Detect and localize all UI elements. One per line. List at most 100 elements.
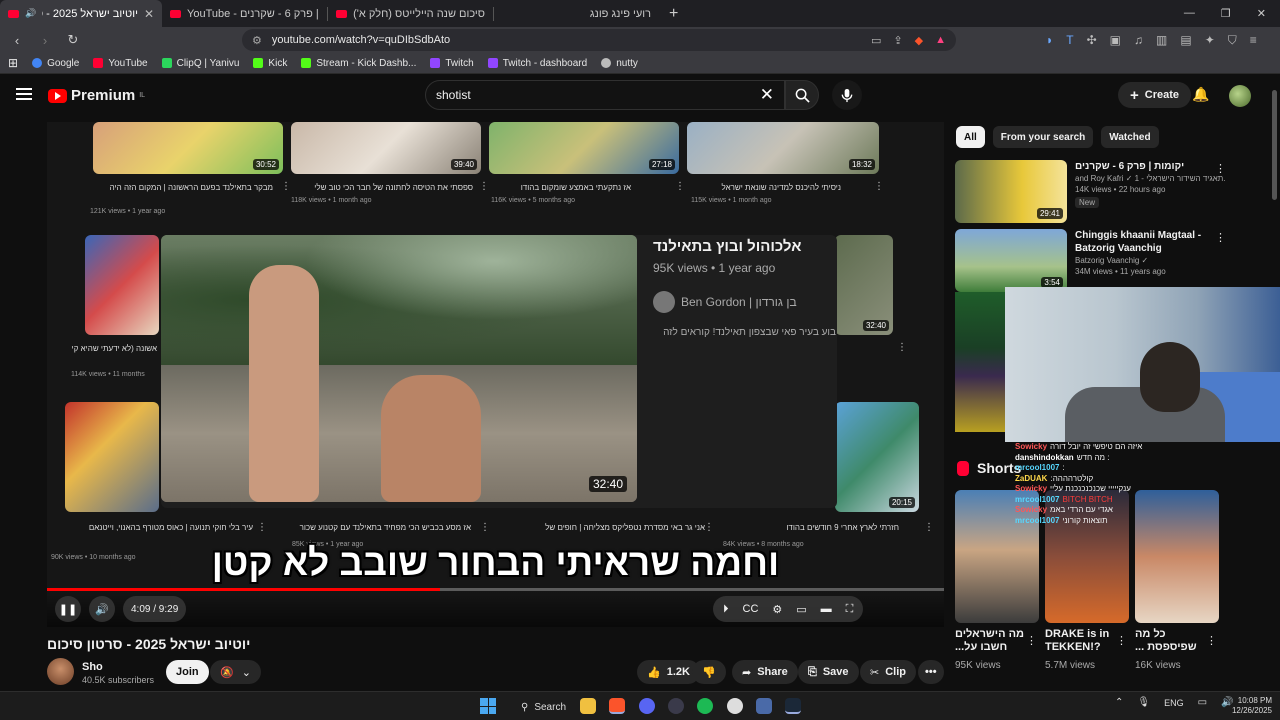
bookmark-kick[interactable]: Kick	[253, 58, 287, 69]
short-title[interactable]: מה הישראלים חשבו על...	[955, 628, 1035, 654]
bookmark-nutty[interactable]: nutty	[601, 58, 638, 69]
endscreen-video-title[interactable]: מבקר בתאילנד בפעם הראשונה | המקום הזה הי…	[90, 183, 273, 192]
wallet-icon[interactable]: ▤	[1180, 33, 1191, 48]
miniplayer-icon[interactable]: ▭	[796, 603, 806, 616]
subtitles-icon[interactable]: CC	[743, 603, 759, 615]
clip-button[interactable]: ✂ Clip	[860, 660, 916, 684]
related-video-channel[interactable]: Batzorig Vaanchig ✓	[1075, 255, 1210, 266]
more-options-icon[interactable]: ⋮	[480, 522, 490, 533]
extension-icon[interactable]: ◗	[1046, 33, 1053, 48]
puzzle-icon[interactable]: ✣	[1087, 33, 1097, 48]
chrome-icon[interactable]	[727, 698, 743, 714]
theater-mode-icon[interactable]: ▬	[821, 603, 832, 615]
file-explorer-icon[interactable]	[580, 698, 596, 714]
more-options-icon[interactable]: ⋮	[924, 522, 934, 533]
app-icon[interactable]	[668, 698, 684, 714]
more-options-icon[interactable]: ⋮	[281, 181, 291, 192]
autoplay-toggle-icon[interactable]: ⏵	[723, 603, 729, 616]
share-button[interactable]: ➦ Share	[732, 660, 798, 684]
taskbar-clock[interactable]: 10:08 PM 12/26/2025	[1228, 696, 1272, 716]
more-actions-button[interactable]: •••	[918, 660, 944, 684]
sidebar-icon[interactable]: ▥	[1156, 33, 1167, 48]
pause-button[interactable]: ❚❚	[55, 596, 81, 622]
hover-preview-title[interactable]: אלכוהול ובוץ בתאילנד	[653, 238, 801, 255]
network-icon[interactable]: ▭	[1198, 697, 1207, 708]
related-video[interactable]: 3:54 Chinggis khaanii Magtaal - Batzorig…	[955, 229, 1226, 292]
bookmark-twitch-dashboard[interactable]: Twitch - dashboard	[487, 58, 587, 69]
brave-browser-icon[interactable]	[609, 698, 625, 714]
bookmark-kick-dashboard[interactable]: Stream - Kick Dashb...	[301, 58, 416, 69]
endscreen-video-title[interactable]: אז מסע בכביש הכי מפחיד בתאילנד עם קטנוע …	[275, 523, 471, 532]
menu-icon[interactable]: ≡	[1250, 33, 1257, 48]
more-options-icon[interactable]: ⋮	[897, 342, 907, 353]
endscreen-video-title[interactable]: ניסיתי להיכנס למדינה שונאת ישראל	[691, 183, 841, 192]
short-title[interactable]: כל מה שפיספסת ...	[1135, 628, 1215, 654]
related-video-thumbnail[interactable]	[955, 292, 1005, 432]
brave-rewards-icon[interactable]: ▲	[935, 34, 946, 47]
share-page-icon[interactable]: ⇪	[893, 34, 902, 47]
site-info-icon[interactable]: ⚙	[252, 34, 262, 47]
voice-search-button[interactable]	[832, 80, 862, 110]
vpn-icon[interactable]: ⛉	[1228, 33, 1237, 48]
apps-grid-icon[interactable]: ⊞	[8, 56, 18, 70]
youtube-premium-logo[interactable]: Premium IL	[48, 87, 145, 104]
endscreen-video-thumbnail[interactable]	[65, 402, 159, 512]
account-avatar[interactable]	[1229, 85, 1251, 107]
more-options-icon[interactable]: ⋮	[1215, 231, 1226, 244]
settings-gear-icon[interactable]: ⚙	[772, 603, 782, 616]
more-options-icon[interactable]: ⋮	[704, 522, 714, 533]
chip-all[interactable]: All	[956, 126, 985, 148]
tab-active[interactable]: 🔊 יוטיוב ישראל 2025 - סרטון סי ✕	[0, 0, 162, 27]
windows-start-icon[interactable]	[480, 698, 496, 714]
endscreen-video-thumbnail[interactable]: 18:32	[687, 122, 879, 174]
tab-2[interactable]: YouTube - יקומות | פרק 6 - שקרנים	[162, 0, 327, 27]
hover-preview-video[interactable]: 32:40	[161, 235, 637, 502]
minimize-icon[interactable]: —	[1184, 7, 1195, 20]
more-options-icon[interactable]: ⋮	[1206, 634, 1217, 647]
endscreen-video-title[interactable]: חזרתי לארץ אחרי 9 חודשים בהודו	[723, 523, 899, 532]
video-player[interactable]: 30:52 39:40 27:18 18:32 מבקר בתאילנד בפע…	[47, 122, 944, 627]
more-options-icon[interactable]: ⋮	[479, 181, 489, 192]
more-options-icon[interactable]: ⋮	[1116, 634, 1127, 647]
related-video-title[interactable]: Chinggis khaanii Magtaal - Batzorig Vaan…	[1075, 229, 1210, 255]
forward-icon[interactable]: ›	[36, 33, 54, 48]
extension-icon[interactable]: ▣	[1110, 33, 1121, 48]
volume-button[interactable]: 🔊	[89, 596, 115, 622]
like-button[interactable]: 👍 1.2K	[637, 660, 700, 684]
language-indicator[interactable]: ENG	[1164, 698, 1184, 708]
back-icon[interactable]: ‹	[8, 33, 26, 48]
channel-name[interactable]: Sho	[82, 661, 103, 673]
endscreen-video-title[interactable]: אני גר באי מסדרת נטפליקס מצליחה | חופים …	[499, 523, 705, 532]
fullscreen-icon[interactable]: ⛶	[846, 603, 854, 616]
discord-icon[interactable]	[639, 698, 655, 714]
steam-icon[interactable]	[785, 698, 801, 714]
maximize-icon[interactable]: ❐	[1221, 7, 1231, 20]
short-title[interactable]: DRAKE is in TEKKEN!?	[1045, 628, 1125, 654]
more-options-icon[interactable]: ⋮	[1215, 162, 1226, 175]
page-scrollbar[interactable]	[1272, 90, 1277, 200]
app-icon[interactable]	[756, 698, 772, 714]
more-options-icon[interactable]: ⋮	[1026, 634, 1037, 647]
brave-shield-icon[interactable]: ◆	[915, 34, 923, 47]
taskbar-search-button[interactable]: ⚲ Search	[513, 697, 574, 717]
search-button[interactable]	[785, 80, 819, 110]
endscreen-video-title[interactable]: עיר בלי חוקי תנועה | כאוס מטורף בהאנוי, …	[53, 523, 253, 532]
endscreen-video-thumbnail[interactable]: 32:40	[835, 235, 893, 335]
bookmark-youtube[interactable]: YouTube	[93, 58, 148, 69]
url-field[interactable]: ⚙ youtube.com/watch?v=quDIbSdbAto ▭ ⇪ ◆ …	[242, 29, 956, 51]
new-tab-button[interactable]: +	[659, 5, 688, 23]
music-icon[interactable]: ♫	[1134, 33, 1143, 48]
progress-bar[interactable]	[47, 588, 944, 591]
notifications-bell-icon[interactable]: 🔔	[1192, 86, 1209, 103]
tab-4[interactable]: רועי פינג פונג	[494, 0, 659, 27]
close-tab-icon[interactable]: ✕	[144, 7, 154, 21]
tab-3[interactable]: סיכום שנה היילייטס (חלק א') - YouTube	[328, 0, 493, 27]
chip-watched[interactable]: Watched	[1101, 126, 1159, 148]
reload-icon[interactable]: ↻	[64, 32, 82, 48]
subscription-bell-dropdown[interactable]: 🔕 ⌄	[210, 660, 261, 684]
bookmark-twitch[interactable]: Twitch	[430, 58, 474, 69]
related-video-channel[interactable]: and Roy Kafri ✓ תאגיד השידור הישראלי - 1…	[1075, 173, 1225, 184]
clear-search-icon[interactable]: ✕	[760, 85, 774, 105]
spotify-icon[interactable]	[697, 698, 713, 714]
save-button[interactable]: ⎘ Save	[798, 660, 859, 684]
